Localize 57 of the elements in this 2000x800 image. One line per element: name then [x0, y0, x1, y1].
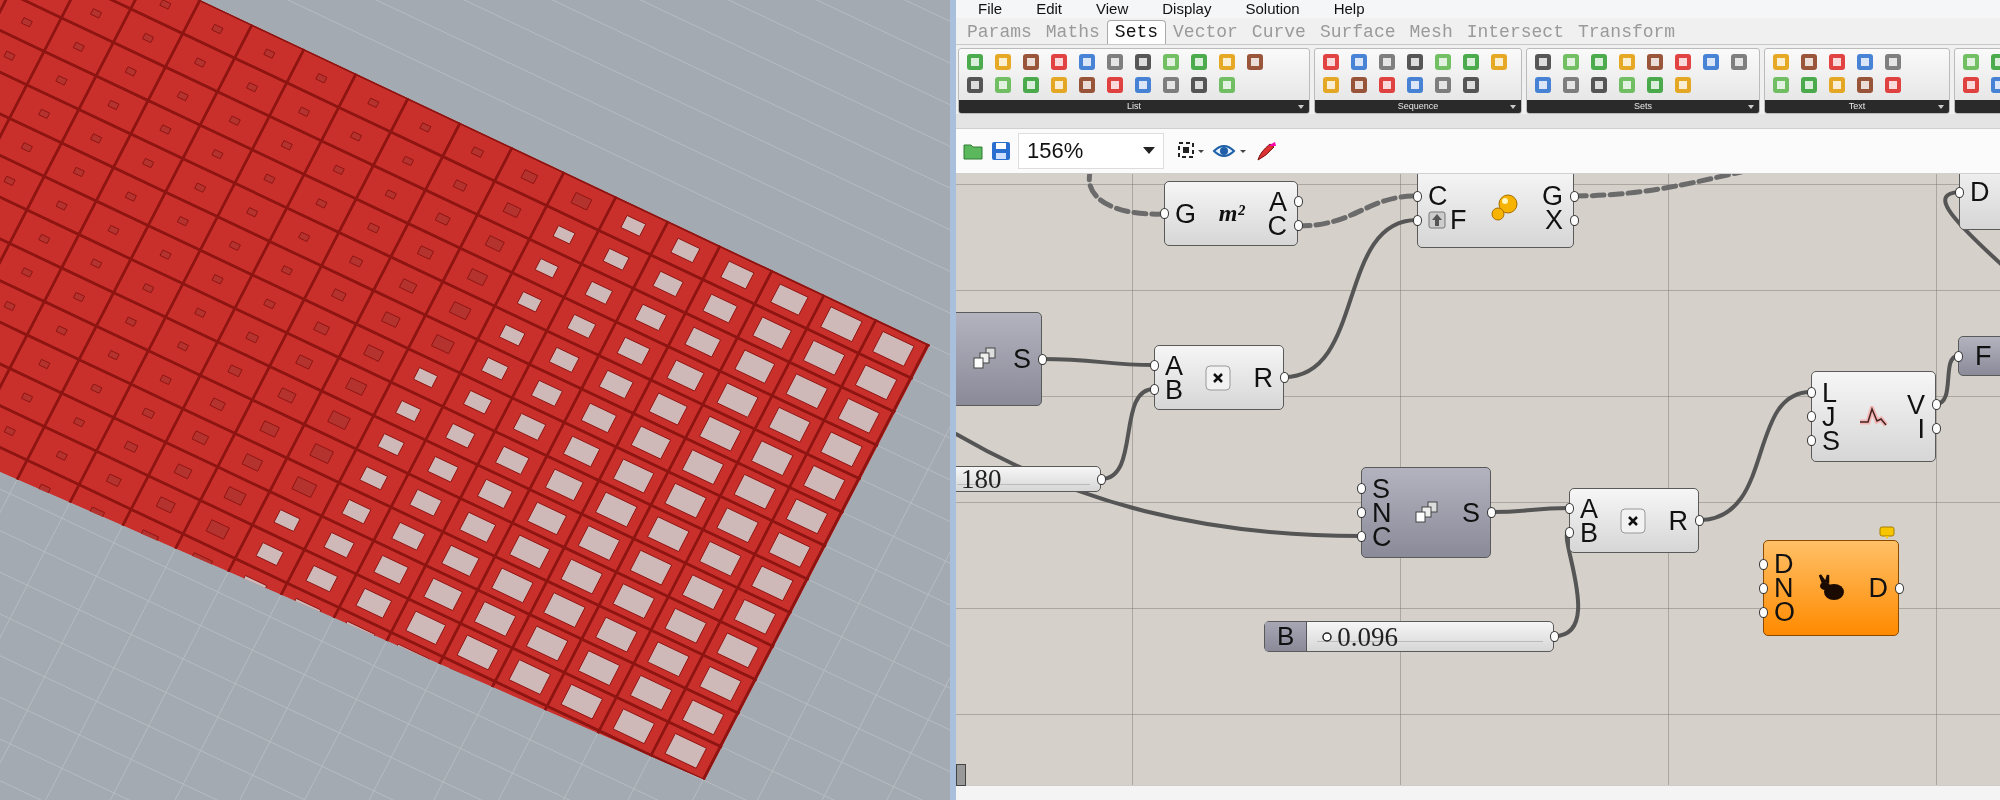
output-label: S: [1461, 500, 1480, 525]
component-node[interactable]: L J S V I: [1811, 371, 1936, 462]
component-node[interactable]: C F G X: [1417, 174, 1574, 248]
number-slider[interactable]: B 0.096: [1264, 621, 1554, 652]
menu-item[interactable]: File: [978, 1, 1003, 17]
input-label: N: [1372, 500, 1392, 525]
output-label: G: [1541, 184, 1563, 208]
menu-item[interactable]: Solution: [1245, 1, 1300, 17]
component-node[interactable]: D: [1959, 174, 2000, 230]
panel-label: Sets: [1634, 101, 1652, 112]
output-label: R: [1668, 508, 1688, 533]
param-label: F: [1975, 340, 1992, 372]
input-label: D: [1774, 552, 1794, 576]
input-label: B: [1165, 377, 1183, 402]
input-label: F: [1450, 208, 1467, 232]
input-label: C: [1372, 524, 1392, 549]
component-node[interactable]: D N O D: [1763, 540, 1899, 636]
input-label: A: [1580, 496, 1598, 521]
input-label: C: [1428, 184, 1448, 208]
output-label: S: [1012, 347, 1031, 371]
input-label: O: [1774, 600, 1795, 624]
slider-value: 180: [961, 466, 1002, 492]
input-label: N: [1774, 576, 1794, 600]
component-node[interactable]: A B R: [1154, 345, 1284, 410]
output-label: R: [1253, 365, 1273, 390]
panel-label: List: [1127, 101, 1141, 112]
output-label: C: [1267, 213, 1287, 238]
menu-item[interactable]: Edit: [1036, 1, 1063, 17]
component-node[interactable]: S: [956, 312, 1042, 406]
input-label: A: [1165, 353, 1183, 378]
menu-item[interactable]: Help: [1333, 1, 1365, 17]
tab[interactable]: Sets: [1106, 20, 1167, 44]
slider-name: B: [1265, 622, 1308, 651]
input-label: J: [1822, 404, 1836, 429]
input-label: L: [1822, 380, 1838, 405]
zoom-value: 156%: [1027, 138, 1084, 164]
area-symbol: m²: [1218, 200, 1245, 227]
output-label: A: [1268, 189, 1287, 214]
panel-label: Text: [1848, 101, 1866, 112]
menu-item[interactable]: Display: [1162, 1, 1212, 17]
component-node[interactable]: A B R: [1569, 488, 1699, 553]
output-label: D: [1868, 576, 1888, 600]
input-label: S: [1822, 428, 1840, 453]
number-slider[interactable]: 180: [956, 466, 1101, 492]
zoom-dropdown[interactable]: 156%: [1018, 133, 1164, 169]
panel-label: Sequence: [1397, 101, 1439, 112]
input-label: G: [1175, 201, 1196, 226]
input-label: B: [1580, 520, 1598, 545]
parameter-node[interactable]: F: [1958, 336, 2000, 376]
menu-item[interactable]: View: [1096, 1, 1129, 17]
input-label: S: [1372, 476, 1390, 501]
output-label: I: [1917, 416, 1925, 441]
component-node[interactable]: S N C S: [1361, 467, 1491, 558]
input-label: D: [1970, 180, 1990, 204]
slider-value: 0.096: [1337, 623, 1399, 650]
output-label: X: [1544, 208, 1563, 232]
output-label: V: [1907, 392, 1925, 417]
